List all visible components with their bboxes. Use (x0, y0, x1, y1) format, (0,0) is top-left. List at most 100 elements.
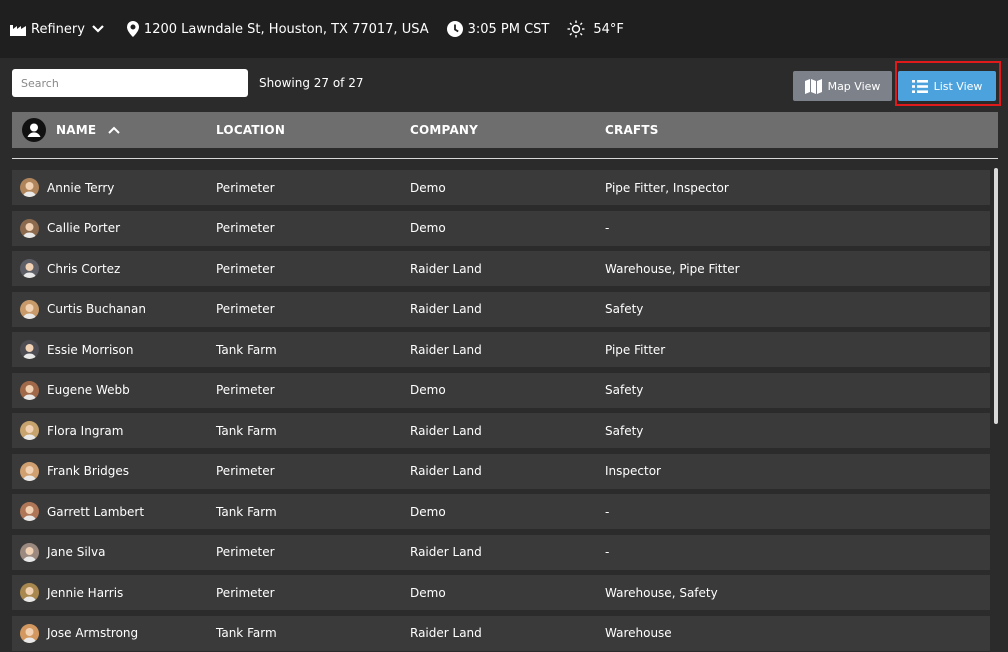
avatar (20, 542, 39, 562)
row-name: Jane Silva (47, 545, 106, 559)
row-company: Raider Land (410, 302, 482, 316)
list-view-label: List View (933, 79, 983, 93)
map-icon (804, 78, 822, 94)
row-name: Flora Ingram (47, 423, 124, 438)
table-row[interactable]: Garrett Lambert Tank Farm Demo - (12, 494, 990, 529)
row-company: Raider Land (410, 261, 482, 276)
row-company: Demo (410, 383, 446, 397)
avatar (20, 299, 39, 319)
avatar (20, 259, 39, 278)
column-company[interactable]: COMPANY (410, 112, 478, 148)
top-bar: Refinery 1200 Lawndale St, Houston, TX 7… (0, 0, 1008, 58)
table-row[interactable]: Essie Morrison Tank Farm Raider Land Pip… (12, 332, 990, 367)
avatar (20, 502, 39, 521)
row-company: Raider Land (410, 464, 482, 478)
chevron-down-icon (92, 24, 104, 33)
row-location: Perimeter (216, 302, 275, 316)
sort-ascending-icon (108, 126, 120, 134)
row-name: Curtis Buchanan (47, 302, 146, 316)
row-company: Raider Land (410, 423, 482, 438)
table-row[interactable]: Jose Armstrong Tank Farm Raider Land War… (12, 615, 990, 651)
row-name: Garrett Lambert (47, 504, 145, 519)
table-row[interactable]: Jennie Harris Perimeter Demo Warehouse, … (12, 575, 990, 610)
results-count: Showing 27 of 27 (259, 76, 364, 90)
site-weather: 54°F (567, 20, 624, 38)
table-row[interactable]: Frank Bridges Perimeter Raider Land Insp… (12, 453, 990, 489)
row-location: Perimeter (216, 261, 275, 276)
row-company: Raider Land (410, 342, 482, 357)
row-name: Callie Porter (47, 221, 121, 235)
list-view-button[interactable]: List View (898, 71, 996, 101)
row-company: Demo (410, 585, 446, 600)
table-row[interactable]: Chris Cortez Perimeter Raider Land Wareh… (12, 251, 990, 286)
column-name[interactable]: NAME (22, 112, 120, 148)
row-crafts: Warehouse (605, 626, 672, 640)
map-view-label: Map View (827, 79, 881, 93)
row-location: Tank Farm (216, 342, 277, 357)
row-crafts: Inspector (605, 464, 661, 478)
row-location: Tank Farm (216, 423, 277, 438)
site-address: 1200 Lawndale St, Houston, TX 77017, USA (126, 21, 429, 37)
map-view-button[interactable]: Map View (793, 71, 892, 101)
sun-icon (567, 20, 585, 38)
search-input[interactable] (12, 69, 248, 97)
row-crafts: Warehouse, Pipe Fitter (605, 261, 740, 276)
row-name: Frank Bridges (47, 464, 130, 478)
avatar (20, 623, 39, 643)
row-crafts: Warehouse, Safety (605, 585, 718, 600)
factory-icon (10, 25, 26, 36)
row-location: Tank Farm (216, 504, 277, 519)
column-location-label: LOCATION (216, 123, 286, 137)
row-crafts: Pipe Fitter, Inspector (605, 180, 729, 195)
avatar (20, 583, 39, 602)
row-company: Raider Land (410, 545, 482, 559)
avatar (20, 340, 39, 359)
avatar (20, 380, 39, 400)
row-location: Perimeter (216, 545, 275, 559)
site-time: 3:05 PM CST (446, 21, 550, 37)
row-crafts: Safety (605, 302, 644, 316)
row-location: Perimeter (216, 585, 275, 600)
row-company: Demo (410, 504, 446, 519)
avatar (20, 461, 39, 481)
row-name: Essie Morrison (47, 342, 134, 357)
address-text: 1200 Lawndale St, Houston, TX 77017, USA (143, 21, 429, 37)
row-name: Jennie Harris (47, 585, 124, 600)
table-row[interactable]: Flora Ingram Tank Farm Raider Land Safet… (12, 413, 990, 448)
row-crafts: Safety (605, 423, 644, 438)
site-selector[interactable]: Refinery (10, 22, 109, 37)
row-name: Jose Armstrong (47, 626, 139, 640)
column-company-label: COMPANY (410, 123, 479, 137)
column-crafts-label: CRAFTS (605, 123, 659, 137)
row-location: Tank Farm (216, 626, 277, 640)
row-crafts: Pipe Fitter (605, 342, 666, 357)
row-crafts: - (605, 504, 610, 519)
site-name: Refinery (31, 21, 85, 37)
table-header: NAME LOCATION COMPANY CRAFTS (12, 112, 998, 148)
table-row[interactable]: Jane Silva Perimeter Raider Land - (12, 534, 990, 570)
location-pin-icon (126, 21, 139, 37)
table-row[interactable]: Annie Terry Perimeter Demo Pipe Fitter, … (12, 170, 990, 205)
row-name: Eugene Webb (47, 383, 130, 397)
column-crafts[interactable]: CRAFTS (605, 112, 659, 148)
table-row[interactable]: Eugene Webb Perimeter Demo Safety (12, 372, 990, 408)
table-row[interactable]: Callie Porter Perimeter Demo - (12, 210, 990, 246)
row-crafts: Safety (605, 383, 644, 397)
row-company: Demo (410, 221, 446, 235)
column-location[interactable]: LOCATION (216, 112, 285, 148)
row-location: Perimeter (216, 464, 275, 478)
header-divider (12, 158, 998, 159)
temperature-text: 54°F (593, 21, 624, 37)
avatar (20, 421, 39, 440)
list-scrollbar[interactable] (994, 168, 998, 424)
table-row[interactable]: Curtis Buchanan Perimeter Raider Land Sa… (12, 291, 990, 327)
row-company: Demo (410, 180, 446, 195)
list-toolbar: Showing 27 of 27 Map View List View (0, 58, 1008, 110)
row-location: Perimeter (216, 221, 275, 235)
list-icon (911, 79, 928, 93)
row-company: Raider Land (410, 626, 482, 640)
avatar (20, 178, 39, 197)
row-location: Perimeter (216, 180, 275, 195)
time-text: 3:05 PM CST (467, 21, 550, 37)
clock-icon (446, 21, 463, 37)
